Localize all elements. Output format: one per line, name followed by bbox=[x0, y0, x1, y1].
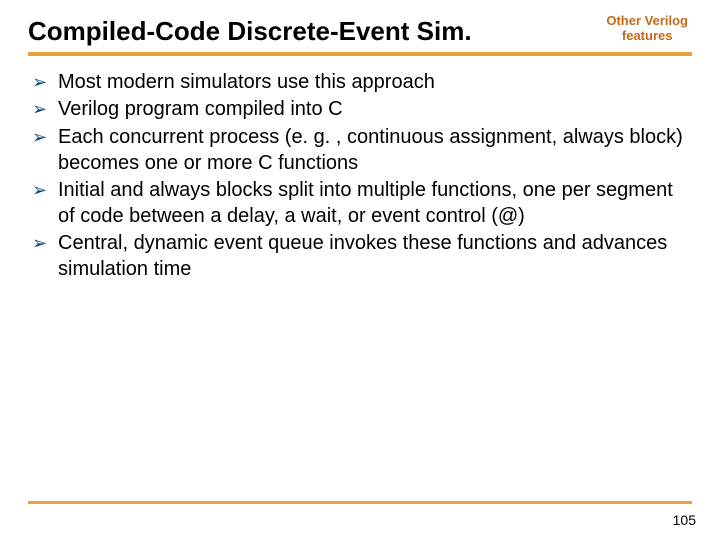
bullet-arrow-icon: ➢ bbox=[32, 178, 47, 202]
list-item: ➢ Most modern simulators use this approa… bbox=[32, 70, 684, 96]
list-item-text: Each concurrent process (e. g. , continu… bbox=[58, 126, 683, 174]
list-item-text: Central, dynamic event queue invokes the… bbox=[58, 232, 667, 280]
list-item-text: Verilog program compiled into C bbox=[58, 98, 343, 120]
list-item: ➢ Each concurrent process (e. g. , conti… bbox=[32, 125, 684, 176]
slide-title: Compiled-Code Discrete-Event Sim. bbox=[28, 17, 472, 46]
corner-label-line1: Other Verilog bbox=[606, 14, 688, 29]
list-item: ➢ Central, dynamic event queue invokes t… bbox=[32, 231, 684, 282]
bullet-arrow-icon: ➢ bbox=[32, 70, 47, 94]
list-item-text: Most modern simulators use this approach bbox=[58, 71, 435, 93]
list-item: ➢ Initial and always blocks split into m… bbox=[32, 178, 684, 229]
footer-divider bbox=[28, 501, 692, 504]
header-row: Compiled-Code Discrete-Event Sim. Other … bbox=[28, 14, 692, 46]
bullet-arrow-icon: ➢ bbox=[32, 125, 47, 149]
slide: Compiled-Code Discrete-Event Sim. Other … bbox=[0, 0, 720, 540]
title-divider bbox=[28, 52, 692, 56]
page-number: 105 bbox=[673, 512, 696, 528]
list-item: ➢ Verilog program compiled into C bbox=[32, 97, 684, 123]
list-item-text: Initial and always blocks split into mul… bbox=[58, 179, 673, 227]
corner-label-line2: features bbox=[606, 29, 688, 44]
corner-label: Other Verilog features bbox=[606, 14, 688, 44]
bullet-arrow-icon: ➢ bbox=[32, 97, 47, 121]
bullet-arrow-icon: ➢ bbox=[32, 231, 47, 255]
bullet-list: ➢ Most modern simulators use this approa… bbox=[28, 70, 692, 283]
